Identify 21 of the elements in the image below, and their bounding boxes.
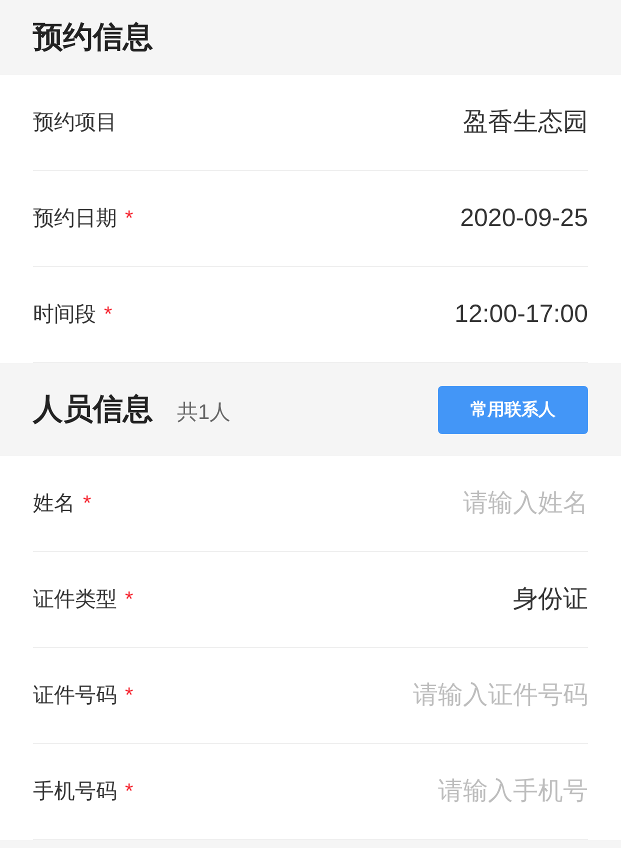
- field-label: 证件号码: [33, 682, 117, 709]
- required-mark: *: [125, 778, 134, 805]
- field-label: 证件类型: [33, 586, 117, 613]
- required-mark: *: [125, 682, 134, 709]
- required-mark: *: [125, 586, 134, 613]
- required-mark: *: [104, 302, 112, 328]
- field-label: 预约日期: [33, 206, 117, 232]
- required-mark: *: [125, 206, 134, 232]
- field-value: 12:00-17:00: [454, 298, 588, 330]
- field-label: 手机号码: [33, 778, 117, 805]
- section-title: 预约信息: [33, 20, 153, 56]
- field-label: 预约项目: [33, 110, 117, 136]
- required-mark: *: [83, 490, 92, 517]
- field-value: 盈香生态园: [463, 106, 588, 138]
- section-title: 人员信息: [33, 392, 153, 428]
- field-label: 时间段: [33, 302, 96, 328]
- person-count: 共1人: [177, 400, 231, 426]
- field-label: 姓名: [33, 490, 75, 517]
- field-value: 身份证: [513, 584, 588, 615]
- field-value: 2020-09-25: [460, 202, 588, 234]
- contacts-button[interactable]: 常用联系人: [438, 386, 588, 434]
